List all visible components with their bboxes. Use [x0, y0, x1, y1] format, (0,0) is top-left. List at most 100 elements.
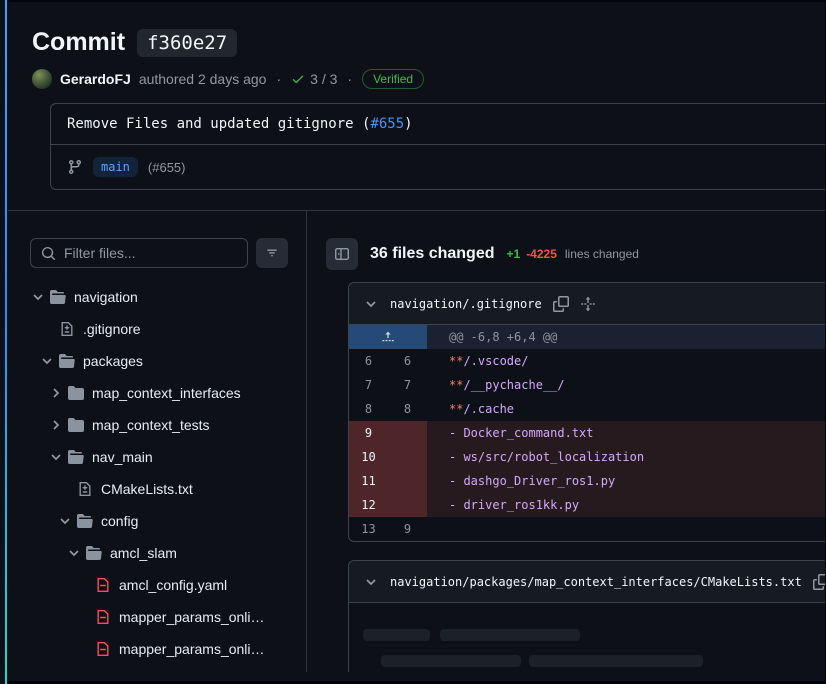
issue-link[interactable]: #655 — [370, 116, 404, 132]
tree-item-mapper-params-onli[interactable]: mapper_params_onli… — [8, 633, 306, 665]
verified-badge[interactable]: Verified — [362, 69, 424, 89]
chevron-down-icon[interactable] — [363, 296, 379, 312]
new-line-number[interactable] — [388, 445, 427, 469]
new-line-number[interactable]: 8 — [388, 397, 427, 421]
tree-item-amcl-config-yaml[interactable]: amcl_config.yaml — [8, 569, 306, 601]
commit-message-box: Remove Files and updated gitignore (#655… — [50, 103, 825, 190]
branch-ref: (#655) — [148, 160, 186, 175]
tree-item-map-context-tests[interactable]: map_context_tests — [8, 409, 306, 441]
checks-count: 3 / 3 — [310, 71, 337, 87]
filter-files-field[interactable] — [30, 238, 248, 268]
tree-item-amcl-slam[interactable]: amcl_slam — [8, 537, 306, 569]
code-segment: ** — [449, 354, 463, 368]
tree-item-nav-main[interactable]: nav_main — [8, 441, 306, 473]
old-line-number[interactable]: 11 — [349, 469, 388, 493]
new-line-number[interactable] — [388, 421, 427, 445]
code-segment: Docker_command.txt — [463, 426, 593, 440]
diff-deleted-line-row: 12- driver_ros1kk.py — [349, 493, 825, 517]
old-line-number[interactable]: 8 — [349, 397, 388, 421]
tree-item-config[interactable]: config — [8, 505, 306, 537]
old-line-number[interactable]: 7 — [349, 373, 388, 397]
new-line-number[interactable]: 9 — [388, 517, 427, 541]
skeleton-block — [440, 629, 580, 641]
code-segment: dashgo_Driver_ros1.py — [463, 474, 615, 488]
folder-icon — [50, 289, 66, 305]
new-line-number[interactable] — [388, 469, 427, 493]
folder-icon — [68, 449, 84, 465]
file-modified-icon — [59, 321, 75, 337]
chevron-down-icon — [39, 353, 55, 369]
chevron-down-icon — [48, 449, 64, 465]
tree-item-navigation[interactable]: navigation — [8, 281, 306, 313]
commit-message-close: ) — [404, 116, 412, 132]
file-deleted-icon — [95, 641, 111, 657]
collapse-sidebar-icon — [334, 246, 350, 262]
expand-hunk-icon — [381, 330, 395, 344]
collapse-sidebar-button[interactable] — [326, 238, 358, 270]
branch-chip[interactable]: main — [93, 157, 138, 177]
author-name[interactable]: GerardoFJ — [60, 71, 131, 87]
code-segment: ** — [449, 378, 463, 392]
authored-text: authored 2 days ago — [139, 71, 267, 87]
left-accent-strip — [0, 0, 8, 684]
diff-line-code — [427, 517, 825, 541]
old-line-number[interactable]: 13 — [349, 517, 388, 541]
chevron-down-icon — [30, 289, 46, 305]
tree-item-map-context-interfaces[interactable]: map_context_interfaces — [8, 377, 306, 409]
code-segment: - — [449, 450, 463, 464]
new-line-number[interactable]: 7 — [388, 373, 427, 397]
diff-deleted-line-row: 9 - Docker_command.txt — [349, 421, 825, 445]
skeleton-block — [363, 629, 430, 641]
file-deleted-icon — [95, 609, 111, 625]
diff-line-code: - Docker_command.txt — [427, 421, 825, 445]
old-line-number[interactable]: 10 — [349, 445, 388, 469]
diff-filename: navigation/packages/map_context_interfac… — [390, 575, 802, 589]
diff-line-code: **/__pychache__/ — [427, 373, 825, 397]
tree-item-label: CMakeLists.txt — [101, 481, 193, 497]
files-changed-header: 36 files changed +1 -4225 lines changed — [326, 238, 825, 270]
new-line-number[interactable]: 6 — [388, 349, 427, 373]
commit-message: Remove Files and updated gitignore (#655… — [51, 104, 825, 145]
diff-deleted-line-row: 10 - ws/src/robot_localization — [349, 445, 825, 469]
commit-sha-chip: f360e27 — [137, 29, 237, 57]
chevron-right-icon — [48, 385, 64, 401]
copy-icon[interactable] — [813, 574, 825, 590]
old-line-number[interactable]: 9 — [349, 421, 388, 445]
drag-expand-icon[interactable] — [580, 296, 596, 312]
folder-icon — [59, 353, 75, 369]
code-segment: ws/src/robot_localization — [463, 450, 644, 464]
copy-icon[interactable] — [553, 296, 569, 312]
tree-item-packages[interactable]: packages — [8, 345, 306, 377]
commit-header: Commit f360e27 GerardoFJ authored 2 days… — [8, 2, 825, 190]
skeleton-block — [381, 655, 521, 667]
chevron-down-icon[interactable] — [363, 574, 379, 590]
folder-icon — [86, 545, 102, 561]
diff-table: @@ -6,8 +6,4 @@66**/.vscode/77**/__pycha… — [349, 325, 825, 541]
tree-item-mapper-params-onli[interactable]: mapper_params_onli… — [8, 601, 306, 633]
diff-line-code: **/.cache — [427, 397, 825, 421]
tree-item-docking-yaml[interactable]: docking.yaml — [8, 665, 306, 672]
tree-item-cmakelists-txt[interactable]: CMakeLists.txt — [8, 473, 306, 505]
filter-files-input[interactable] — [64, 245, 237, 261]
tree-item-label: nav_main — [92, 449, 153, 465]
chevron-down-icon — [57, 513, 73, 529]
diff-deleted-line-row: 11 - dashgo_Driver_ros1.py — [349, 469, 825, 493]
files-changed-count: 36 files changed — [370, 245, 495, 263]
new-line-number[interactable] — [388, 493, 427, 517]
old-line-number[interactable]: 6 — [349, 349, 388, 373]
diff-file-header: navigation/packages/map_context_interfac… — [349, 561, 825, 603]
file-tree-sidebar: navigation .gitignore packages map_context… — [8, 211, 307, 672]
file-modified-icon — [77, 481, 93, 497]
tree-item-label: .gitignore — [83, 321, 141, 337]
checks-status[interactable]: 3 / 3 — [291, 71, 337, 87]
diff-card-cmakelists: navigation/packages/map_context_interfac… — [348, 560, 825, 672]
code-segment: - — [449, 474, 463, 488]
old-line-number[interactable]: 12 — [349, 493, 388, 517]
tree-item-label: map_context_interfaces — [92, 385, 241, 401]
tree-item-gitignore[interactable]: .gitignore — [8, 313, 306, 345]
avatar[interactable] — [32, 69, 52, 89]
code-segment: driver_ros1kk.py — [463, 498, 579, 512]
tree-item-label: amcl_config.yaml — [119, 577, 227, 593]
filter-options-button[interactable] — [256, 238, 288, 268]
expand-hunk-button[interactable] — [349, 325, 427, 349]
